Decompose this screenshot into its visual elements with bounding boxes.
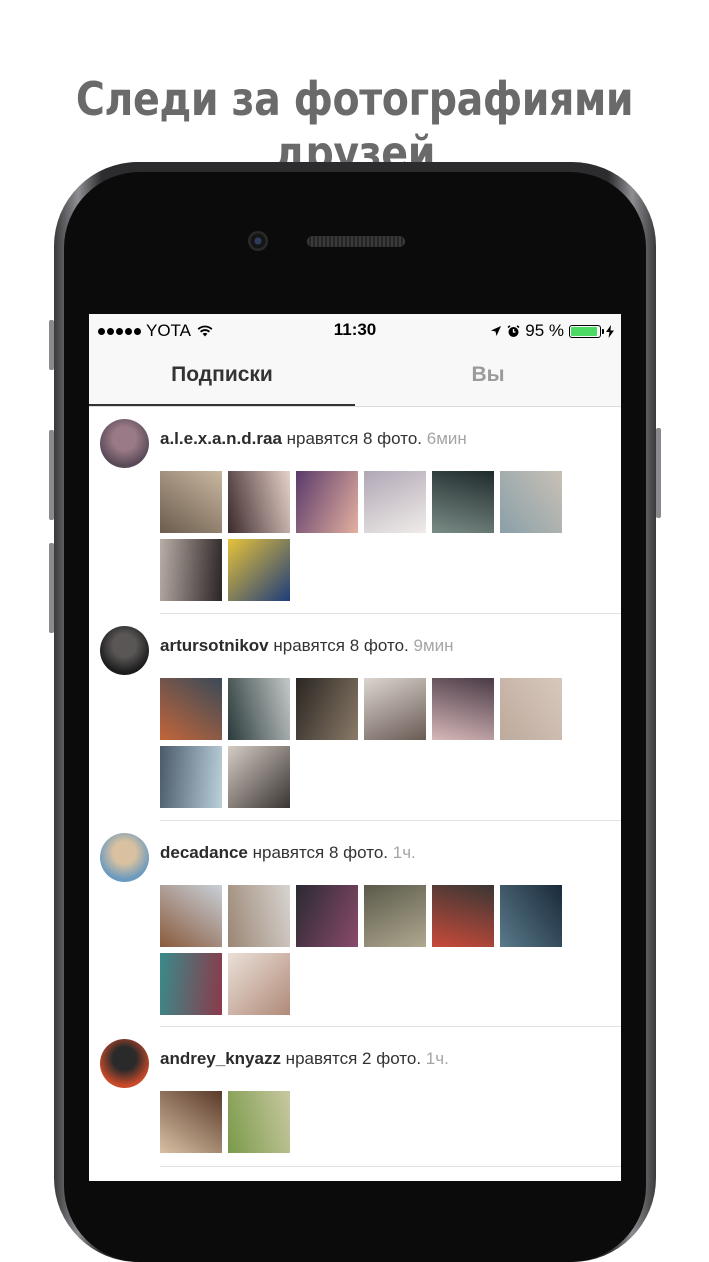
front-camera bbox=[248, 231, 268, 251]
photo-thumbnail[interactable] bbox=[432, 885, 494, 947]
username-link[interactable]: decadance bbox=[160, 843, 248, 862]
activity-time: 9мин bbox=[413, 636, 454, 655]
photo-thumbnail[interactable] bbox=[228, 953, 290, 1015]
activity-text: a.l.e.x.a.n.d.raa нравятся 8 фото. 6мин bbox=[160, 429, 467, 449]
photo-thumbnail[interactable] bbox=[228, 471, 290, 533]
photo-thumbnail[interactable] bbox=[228, 539, 290, 601]
username-link[interactable]: artursotnikov bbox=[160, 636, 269, 655]
photo-thumbnail[interactable] bbox=[296, 885, 358, 947]
earpiece-speaker bbox=[307, 236, 405, 247]
photo-thumbnail[interactable] bbox=[160, 678, 222, 740]
user-avatar[interactable] bbox=[100, 626, 149, 675]
photo-thumbnail[interactable] bbox=[160, 953, 222, 1015]
status-bar: YOTA 11:30 95 % bbox=[89, 314, 621, 346]
activity-action: нравятся 8 фото. bbox=[247, 843, 393, 862]
feed-divider bbox=[160, 1166, 621, 1167]
tab-you[interactable]: Вы bbox=[355, 346, 621, 406]
feed-item: decadance нравятся 8 фото. 1ч. bbox=[89, 821, 621, 1027]
user-avatar[interactable] bbox=[100, 1039, 149, 1088]
photo-thumbnail[interactable] bbox=[500, 678, 562, 740]
photo-thumbnail[interactable] bbox=[228, 885, 290, 947]
activity-text: artursotnikov нравятся 8 фото. 9мин bbox=[160, 636, 454, 656]
phone-screen: YOTA 11:30 95 % Подписки Вы a.l.e.x.a.n.… bbox=[89, 314, 621, 1181]
photo-thumbnail[interactable] bbox=[432, 471, 494, 533]
photo-thumbnail[interactable] bbox=[500, 885, 562, 947]
location-arrow-icon bbox=[491, 326, 502, 336]
tab-following[interactable]: Подписки bbox=[89, 346, 355, 406]
photo-thumbnail[interactable] bbox=[364, 678, 426, 740]
photo-thumbnail[interactable] bbox=[160, 471, 222, 533]
power-button bbox=[656, 428, 661, 518]
photo-thumbnail[interactable] bbox=[160, 539, 222, 601]
photo-thumbnail[interactable] bbox=[500, 471, 562, 533]
tab-bar: Подписки Вы bbox=[89, 346, 621, 407]
photo-thumbnail[interactable] bbox=[364, 885, 426, 947]
photo-thumbnail[interactable] bbox=[228, 746, 290, 808]
photo-thumbnail[interactable] bbox=[296, 471, 358, 533]
feed-item: artursotnikov нравятся 8 фото. 9мин bbox=[89, 614, 621, 821]
activity-time: 6мин bbox=[426, 429, 467, 448]
photo-thumbnail[interactable] bbox=[160, 1091, 222, 1153]
photo-thumbnail[interactable] bbox=[432, 678, 494, 740]
activity-action: нравятся 8 фото. bbox=[281, 429, 427, 448]
photo-thumbnail[interactable] bbox=[228, 1091, 290, 1153]
activity-action: нравятся 8 фото. bbox=[268, 636, 414, 655]
alarm-icon bbox=[507, 324, 520, 337]
charging-icon bbox=[606, 324, 614, 338]
user-avatar[interactable] bbox=[100, 419, 149, 468]
username-link[interactable]: andrey_knyazz bbox=[160, 1049, 281, 1068]
feed-item: andrey_knyazz нравятся 2 фото. 1ч. bbox=[89, 1027, 621, 1167]
battery-icon bbox=[569, 324, 604, 338]
feed-item: a.l.e.x.a.n.d.raa нравятся 8 фото. 6мин bbox=[89, 407, 621, 614]
activity-time: 1ч. bbox=[392, 843, 416, 862]
activity-text: decadance нравятся 8 фото. 1ч. bbox=[160, 843, 416, 863]
activity-text: andrey_knyazz нравятся 2 фото. 1ч. bbox=[160, 1049, 449, 1069]
photo-thumbnail[interactable] bbox=[296, 678, 358, 740]
photo-thumbnail[interactable] bbox=[228, 678, 290, 740]
battery-percent: 95 % bbox=[525, 321, 564, 340]
user-avatar[interactable] bbox=[100, 833, 149, 882]
username-link[interactable]: a.l.e.x.a.n.d.raa bbox=[160, 429, 282, 448]
photo-thumbnail[interactable] bbox=[160, 746, 222, 808]
photo-thumbnail[interactable] bbox=[160, 885, 222, 947]
photo-thumbnail[interactable] bbox=[364, 471, 426, 533]
activity-time: 1ч. bbox=[425, 1049, 449, 1068]
activity-action: нравятся 2 фото. bbox=[280, 1049, 426, 1068]
